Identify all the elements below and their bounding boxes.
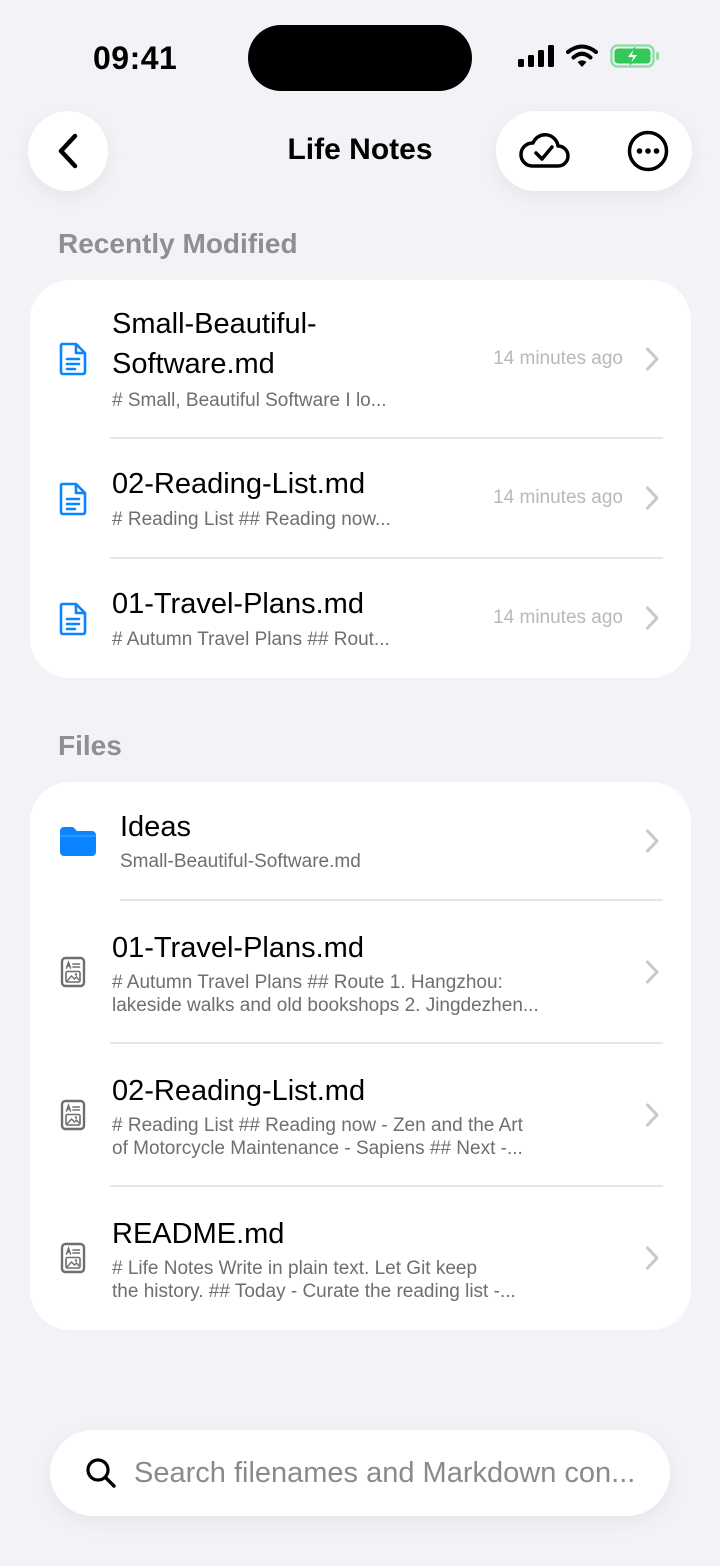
recent-item-name: Software.md	[112, 348, 275, 380]
recent-item[interactable]: Small-Beautiful- Software.md # Small, Be…	[30, 280, 691, 438]
wifi-icon	[566, 44, 598, 67]
dynamic-island	[248, 25, 472, 91]
recent-item-time: 14 minutes ago	[493, 607, 623, 628]
cloud-check-icon	[519, 133, 570, 168]
markdown-file-icon	[60, 956, 86, 988]
files-list: Ideas Small-Beautiful-Software.md 01-Tra…	[30, 782, 691, 1330]
ellipsis-circle-icon	[627, 130, 669, 172]
folder-subtitle: Small-Beautiful-Software.md	[120, 851, 361, 872]
recent-item-time: 14 minutes ago	[493, 487, 623, 508]
cellular-signal-icon	[518, 45, 554, 67]
recent-list: Small-Beautiful- Software.md # Small, Be…	[30, 280, 691, 678]
search-input[interactable]	[134, 1448, 662, 1498]
file-row[interactable]: 01-Travel-Plans.md # Autumn Travel Plans…	[30, 900, 691, 1042]
recent-item-name: 01-Travel-Plans.md	[112, 588, 364, 620]
status-bar: 09:41	[0, 0, 720, 110]
section-header-files: Files	[58, 730, 122, 761]
file-row[interactable]: 02-Reading-List.md # Reading List ## Rea…	[30, 1043, 691, 1185]
recent-item-preview: # Small, Beautiful Software I lo...	[112, 390, 387, 411]
chevron-right-icon	[646, 347, 659, 371]
recent-item[interactable]: 01-Travel-Plans.md # Autumn Travel Plans…	[30, 558, 691, 678]
file-name: 01-Travel-Plans.md	[112, 932, 364, 964]
recent-item-name: 02-Reading-List.md	[112, 468, 366, 500]
file-preview: # Autumn Travel Plans ## Route 1. Hangzh…	[112, 972, 503, 993]
status-time: 09:41	[93, 40, 178, 76]
file-preview: # Life Notes Write in plain text. Let Gi…	[112, 1258, 478, 1279]
document-icon	[59, 482, 87, 516]
sync-button[interactable]	[504, 111, 584, 191]
file-preview: lakeside walks and old bookshops 2. Jing…	[112, 995, 539, 1016]
folder-name: Ideas	[120, 811, 191, 843]
recent-item[interactable]: 02-Reading-List.md # Reading List ## Rea…	[30, 438, 691, 558]
recent-item-time: 14 minutes ago	[493, 348, 623, 369]
chevron-right-icon	[646, 960, 659, 984]
chevron-right-icon	[646, 829, 659, 853]
chevron-right-icon	[646, 486, 659, 510]
markdown-file-icon	[60, 1242, 86, 1274]
chevron-right-icon	[646, 606, 659, 630]
file-name: 02-Reading-List.md	[112, 1075, 366, 1107]
more-button[interactable]	[608, 111, 688, 191]
chevron-right-icon	[646, 1246, 659, 1270]
search-icon	[86, 1458, 116, 1488]
section-header-recent: Recently Modified	[58, 228, 298, 259]
chevron-right-icon	[646, 1103, 659, 1127]
document-icon	[59, 602, 87, 636]
status-icons	[518, 44, 660, 68]
recent-item-preview: # Reading List ## Reading now...	[112, 509, 391, 530]
recent-item-preview: # Autumn Travel Plans ## Rout...	[112, 629, 390, 650]
document-icon	[59, 342, 87, 376]
folder-row-ideas[interactable]: Ideas Small-Beautiful-Software.md	[30, 782, 691, 900]
file-row[interactable]: README.md # Life Notes Write in plain te…	[30, 1186, 691, 1330]
file-preview: of Motorcycle Maintenance - Sapiens ## N…	[112, 1138, 523, 1159]
battery-charging-icon	[610, 44, 659, 68]
markdown-file-icon	[60, 1099, 86, 1131]
file-preview: # Reading List ## Reading now - Zen and …	[112, 1115, 523, 1136]
file-name: README.md	[112, 1218, 285, 1250]
search-bar[interactable]	[50, 1430, 670, 1516]
file-preview: the history. ## Today - Curate the readi…	[112, 1281, 516, 1302]
folder-icon	[60, 827, 96, 856]
recent-item-name: Small-Beautiful-	[112, 308, 317, 340]
nav-actions-group	[496, 111, 692, 191]
